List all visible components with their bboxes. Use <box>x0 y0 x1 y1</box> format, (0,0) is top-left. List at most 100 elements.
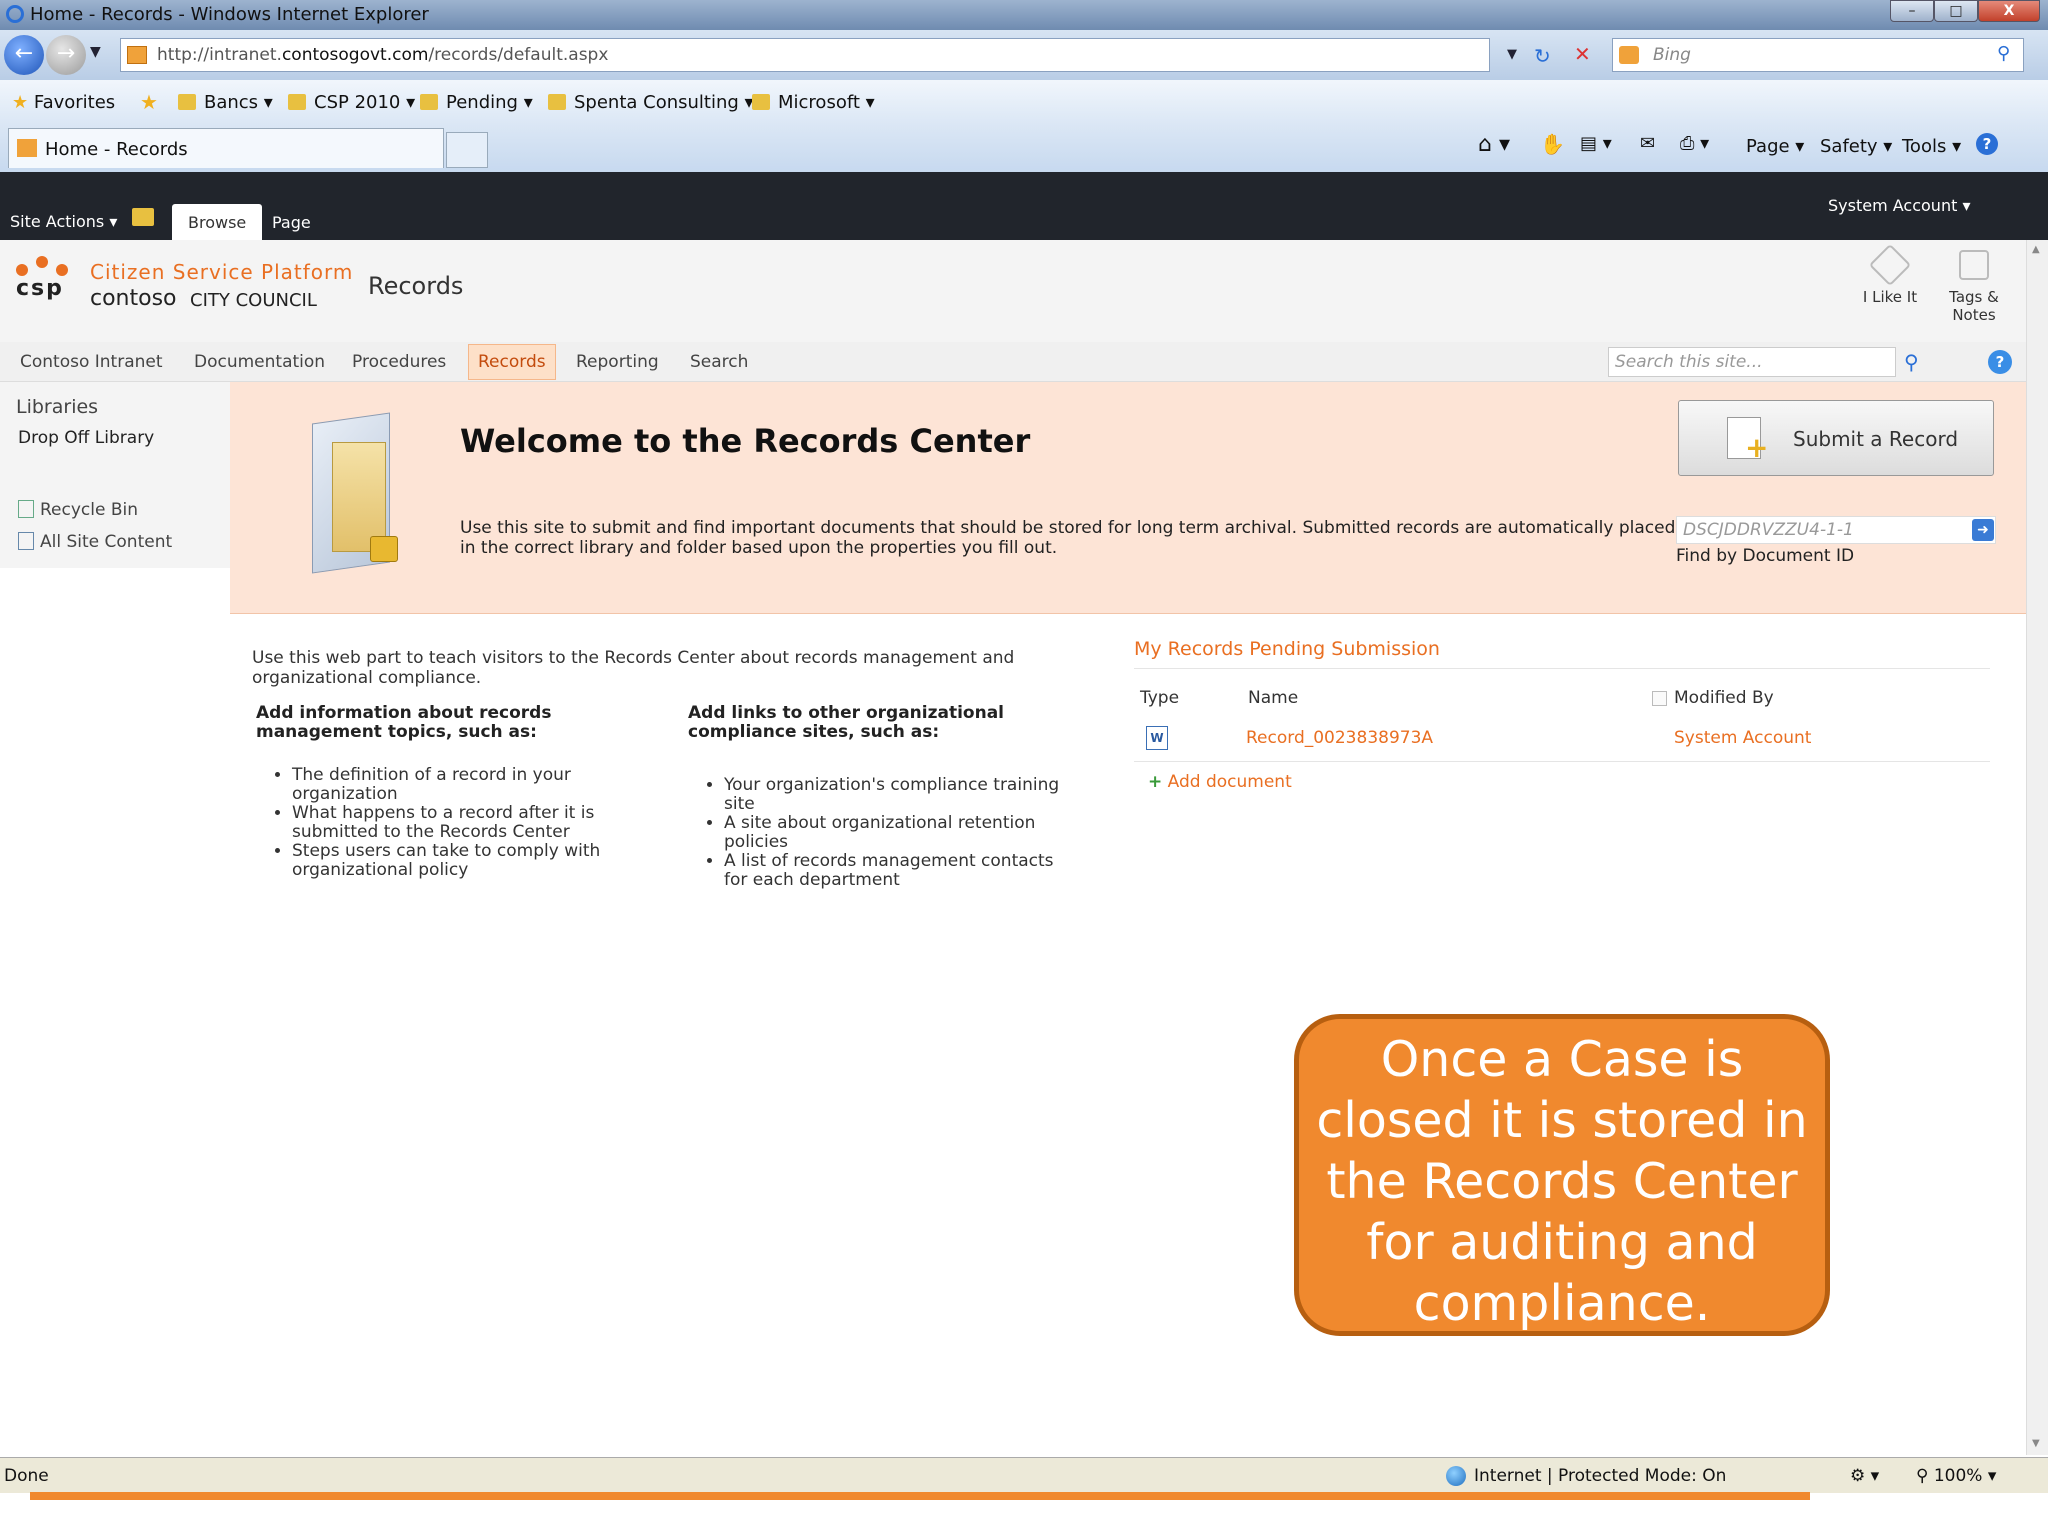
favorites-folder-pending[interactable]: Pending ▾ <box>420 92 533 113</box>
folder-label: Pending <box>446 92 518 113</box>
nav-documentation[interactable]: Documentation <box>194 352 325 372</box>
favorites-bar: ★ Favorites ★ Bancs ▾ CSP 2010 ▾ Pending… <box>0 80 2048 124</box>
recycle-bin-link[interactable]: Recycle Bin <box>18 500 138 520</box>
stop-icon[interactable]: ✕ <box>1574 42 1591 66</box>
bing-search-box[interactable]: Bing ⚲ <box>1612 38 2024 72</box>
pending-records-webpart: My Records Pending Submission Type Name … <box>1134 638 1990 792</box>
modified-by-link[interactable]: System Account <box>1674 728 1811 748</box>
word-document-icon: W <box>1146 726 1168 750</box>
pending-title[interactable]: My Records Pending Submission <box>1134 638 1990 669</box>
protected-mode-icon[interactable]: ⚙ ▾ <box>1850 1466 1879 1486</box>
security-zone[interactable]: Internet | Protected Mode: On <box>1474 1466 1726 1486</box>
recycle-bin-label: Recycle Bin <box>40 500 139 520</box>
select-all-checkbox[interactable] <box>1652 691 1667 706</box>
tab-page[interactable]: Page <box>256 204 327 240</box>
list-item: Steps users can take to comply with orga… <box>292 842 616 880</box>
nav-contoso-intranet[interactable]: Contoso Intranet <box>20 352 163 372</box>
zoom-control[interactable]: ⚲ 100% ▾ <box>1916 1466 1996 1486</box>
nav-records[interactable]: Records <box>468 344 556 380</box>
back-button[interactable]: ← <box>4 35 44 75</box>
page-menu-label: Page <box>1746 136 1790 157</box>
records-archive-icon <box>302 412 398 574</box>
scroll-up-icon[interactable]: ▲ <box>2032 244 2040 255</box>
search-icon[interactable]: ⚲ <box>1997 43 2010 64</box>
tags-notes-button[interactable]: Tags & Notes <box>1934 250 2014 324</box>
home-icon[interactable]: ⌂ ▾ <box>1478 132 1510 157</box>
favorites-folder-microsoft[interactable]: Microsoft ▾ <box>752 92 875 113</box>
record-name-link[interactable]: Record_0023838973A <box>1246 728 1433 748</box>
libraries-heading[interactable]: Libraries <box>16 396 98 418</box>
list-item: A site about organizational retention po… <box>724 814 1078 852</box>
url-path: /records/default.aspx <box>428 45 609 65</box>
new-tab-button[interactable] <box>446 132 488 168</box>
print-icon[interactable]: ⎙ ▾ <box>1680 133 1709 154</box>
favorites-folder-csp2010[interactable]: CSP 2010 ▾ <box>288 92 415 113</box>
callout-line: compliance. <box>1413 1275 1711 1332</box>
tools-menu-label: Tools <box>1902 136 1947 157</box>
site-search-icon[interactable]: ⚲ <box>1904 350 1919 374</box>
site-search-input[interactable]: Search this site... <box>1608 347 1896 377</box>
info-list: The definition of a record in your organ… <box>256 766 616 880</box>
vertical-scrollbar[interactable]: ▲ ▼ <box>2026 240 2048 1455</box>
column-name[interactable]: Name <box>1248 688 1298 708</box>
drop-off-library-link[interactable]: Drop Off Library <box>18 428 154 448</box>
column-type[interactable]: Type <box>1140 688 1179 708</box>
i-like-it-button[interactable]: I Like It <box>1854 243 1926 306</box>
mail-icon[interactable]: ✉ <box>1640 133 1655 154</box>
nav-procedures[interactable]: Procedures <box>352 352 446 372</box>
research-icon[interactable]: ✋ <box>1540 132 1565 156</box>
tab-browse[interactable]: Browse <box>172 204 263 240</box>
feeds-icon[interactable]: ▤ ▾ <box>1580 133 1612 154</box>
document-id-input[interactable]: DSCJDDRVZZU4-1-1 <box>1676 516 1996 544</box>
list-item: Your organization's compliance training … <box>724 776 1078 814</box>
all-site-content-link[interactable]: All Site Content <box>18 532 172 552</box>
note-icon <box>1959 250 1989 280</box>
window-title: Home - Records - Windows Internet Explor… <box>30 4 429 25</box>
forward-button[interactable]: → <box>46 35 86 75</box>
folder-icon <box>548 94 566 110</box>
folder-label: Spenta Consulting <box>574 92 739 113</box>
csp-logo[interactable]: csp <box>14 254 74 324</box>
table-row[interactable]: W Record_0023838973A System Account <box>1134 722 1990 762</box>
page-menu[interactable]: Page ▾ <box>1746 136 1804 157</box>
site-title[interactable]: Records <box>368 272 463 300</box>
favorites-folder-bancs[interactable]: Bancs ▾ <box>178 92 273 113</box>
site-actions-menu[interactable]: Site Actions ▾ <box>10 212 117 231</box>
folder-icon <box>178 94 196 110</box>
favorites-folder-spenta[interactable]: Spenta Consulting ▾ <box>548 92 754 113</box>
status-bar: Done Internet | Protected Mode: On ⚙ ▾ ⚲… <box>0 1457 2048 1493</box>
user-menu[interactable]: System Account ▾ <box>1828 196 1970 215</box>
scroll-down-icon[interactable]: ▼ <box>2032 1438 2040 1449</box>
submit-record-button[interactable]: + Submit a Record <box>1678 400 1994 476</box>
help-icon[interactable]: ? <box>1976 133 1998 155</box>
history-dropdown-icon[interactable]: ▼ <box>90 44 101 60</box>
browser-tab[interactable]: Home - Records <box>8 128 444 168</box>
tags-notes-label-1: Tags & <box>1949 288 1999 306</box>
favorites-button[interactable]: ★ Favorites <box>12 92 115 113</box>
links-heading: Add links to other organizational compli… <box>688 703 1005 742</box>
nav-reporting[interactable]: Reporting <box>576 352 659 372</box>
close-window-button[interactable]: X <box>1978 0 2040 22</box>
refresh-icon[interactable]: ↻ <box>1534 44 1551 68</box>
nav-search[interactable]: Search <box>690 352 748 372</box>
tools-menu[interactable]: Tools ▾ <box>1902 136 1961 157</box>
submit-record-label: Submit a Record <box>1793 427 1959 451</box>
go-arrow-icon[interactable]: ➜ <box>1972 519 1994 541</box>
minimize-button[interactable]: – <box>1890 0 1934 22</box>
safety-menu[interactable]: Safety ▾ <box>1820 136 1892 157</box>
add-favorite-icon[interactable]: ★ <box>140 90 158 114</box>
pending-header-row: Type Name Modified By <box>1134 688 1990 718</box>
org-name: contoso <box>90 286 177 311</box>
column-modified-by[interactable]: Modified By <box>1674 688 1774 708</box>
welcome-title: Welcome to the Records Center <box>460 422 1031 460</box>
add-document-link[interactable]: + Add document <box>1148 772 1292 792</box>
welcome-description: Use this site to submit and find importa… <box>460 518 1676 558</box>
status-text: Done <box>4 1466 49 1486</box>
url-domain: contosogovt.com <box>281 45 429 65</box>
address-bar[interactable]: http://intranet.contosogovt.com/records/… <box>120 38 1517 72</box>
maximize-button[interactable]: □ <box>1934 0 1978 22</box>
help-icon[interactable]: ? <box>1988 350 2012 374</box>
navigate-up-icon[interactable] <box>132 208 154 226</box>
address-dropdown-icon[interactable]: ▼ <box>1507 47 1517 62</box>
links-column: Add links to other organizational compli… <box>688 704 1112 890</box>
